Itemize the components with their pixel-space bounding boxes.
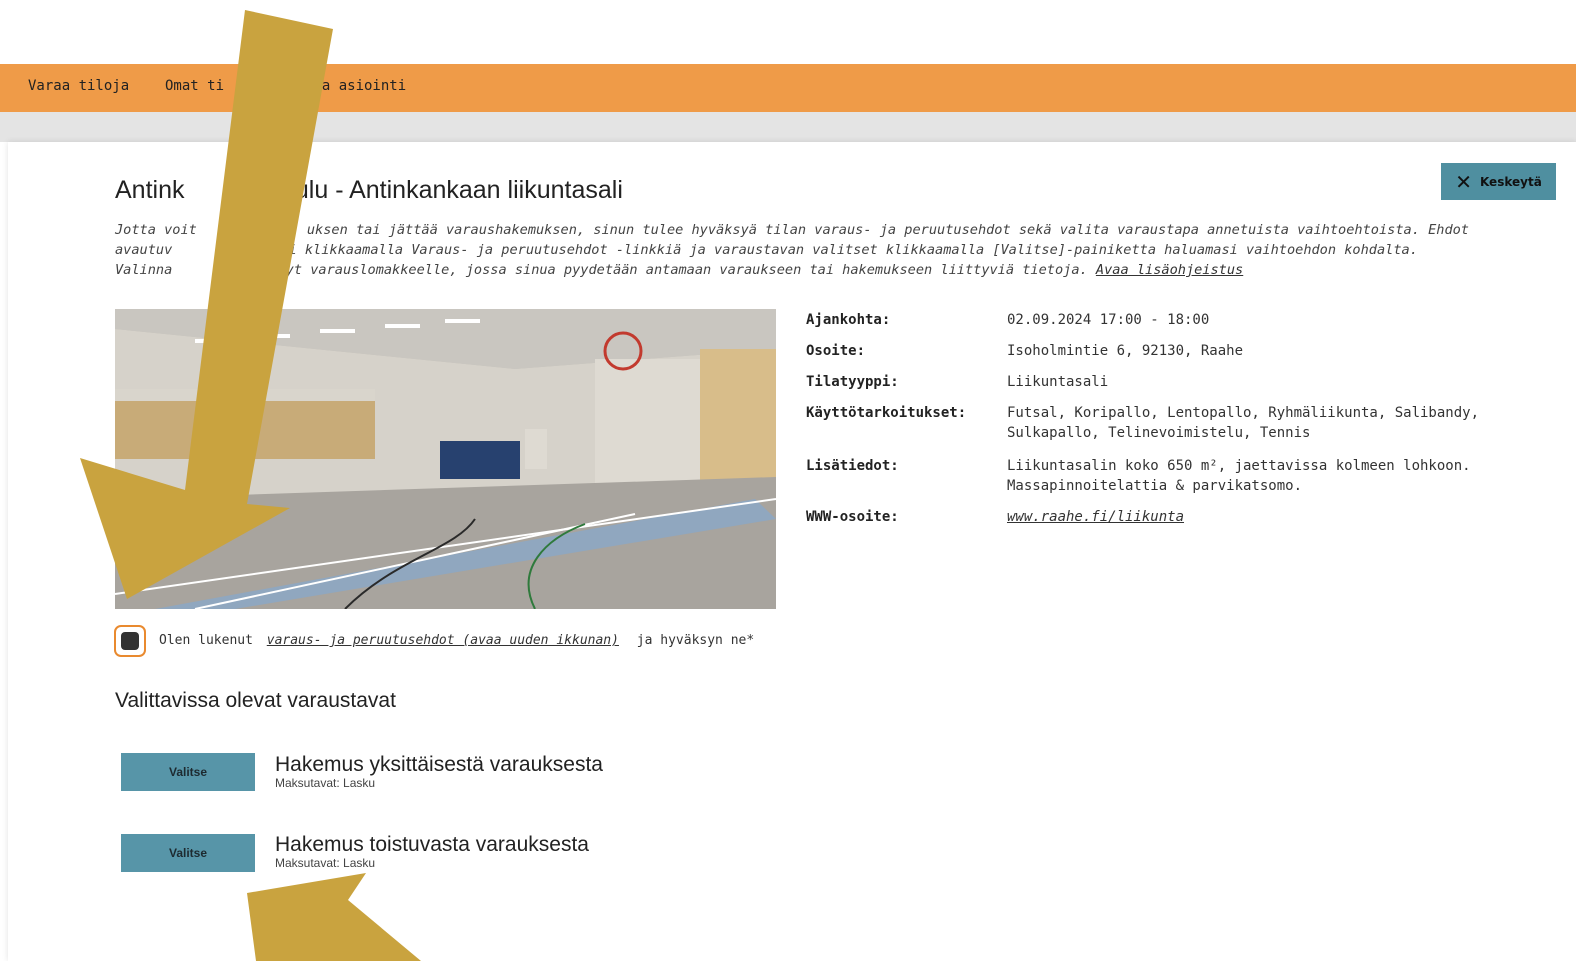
- website-link[interactable]: www.raahe.fi/liikunta: [1007, 509, 1184, 525]
- terms-link[interactable]: varaus- ja peruutusehdot (avaa uuden ikk…: [267, 633, 619, 648]
- terms-prefix: Olen lukenut: [159, 633, 253, 648]
- close-icon: ✕: [1455, 169, 1472, 194]
- detail-value: 02.09.2024 17:00 - 18:00: [1007, 312, 1210, 328]
- detail-label: Lisätiedot:: [806, 458, 899, 474]
- select-single-booking-button[interactable]: Valitse: [121, 753, 255, 791]
- booking-options-heading: Valittavissa olevat varaustavat: [115, 689, 396, 712]
- cancel-button[interactable]: ✕ Keskeytä: [1441, 163, 1556, 200]
- option-payment: Maksutavat: Lasku: [275, 856, 376, 870]
- terms-checkbox[interactable]: [114, 625, 146, 657]
- detail-label: Tilatyyppi:: [806, 374, 899, 390]
- option-title: Hakemus yksittäisestä varauksesta: [275, 753, 603, 776]
- help-link[interactable]: Avaa lisäohjeistus: [1096, 262, 1243, 278]
- venue-photo: [115, 309, 776, 609]
- detail-value: Liikuntasalin koko 650 m², jaettavissa k…: [1007, 458, 1471, 494]
- detail-value: Futsal, Koripallo, Lentopallo, Ryhmäliik…: [1007, 405, 1480, 441]
- intro-text: Jotta voit uksen tai jättää varaushakemuk…: [115, 220, 1475, 280]
- intro-line3-start: Valinna: [115, 262, 173, 278]
- intro-line2-end: si klikkaamalla Varaus- ja peruutusehdot…: [280, 242, 1418, 258]
- top-nav-bar: Varaa tiloja Omat ti oma asiointi: [0, 64, 1576, 112]
- select-recurring-booking-button[interactable]: Valitse: [121, 834, 255, 872]
- intro-line2-start: avautuv: [115, 242, 173, 258]
- option-title: Hakemus toistuvasta varauksesta: [275, 833, 589, 856]
- nav-item-varaa-tiloja[interactable]: Varaa tiloja: [28, 78, 129, 94]
- page-title-end: koulu - Antinkankaan liikuntasali: [268, 176, 623, 204]
- detail-value: Isoholmintie 6, 92130, Raahe: [1007, 343, 1244, 359]
- cancel-label: Keskeytä: [1479, 174, 1542, 189]
- detail-label: Käyttötarkoitukset:: [806, 405, 967, 421]
- page-gutter: [0, 112, 1576, 142]
- detail-label: Osoite:: [806, 343, 866, 359]
- checkbox-mark: [121, 632, 139, 650]
- page-title-start: Antink: [115, 176, 185, 204]
- page-title: Antink koulu - Antinkankaan liikuntasali: [115, 176, 623, 205]
- intro-line1-end: uksen tai jättää varaushakemuksen, sinun…: [306, 222, 1469, 238]
- detail-value: Liikuntasali: [1007, 374, 1109, 390]
- terms-label: Olen lukenut varaus- ja peruutusehdot (a…: [159, 633, 754, 648]
- intro-line1-start: Jotta voit: [115, 222, 197, 238]
- nav-item-oma-asiointi[interactable]: oma asiointi: [305, 78, 406, 94]
- terms-suffix: ja hyväksyn ne*: [636, 633, 755, 648]
- nav-item-omat-tiedot[interactable]: Omat ti: [165, 78, 224, 94]
- intro-line3-end: rryt varauslomakkeelle, jossa sinua pyyd…: [269, 262, 1088, 278]
- detail-label: Ajankohta:: [806, 312, 891, 328]
- detail-label: WWW-osoite:: [806, 509, 899, 525]
- option-payment: Maksutavat: Lasku: [275, 776, 376, 790]
